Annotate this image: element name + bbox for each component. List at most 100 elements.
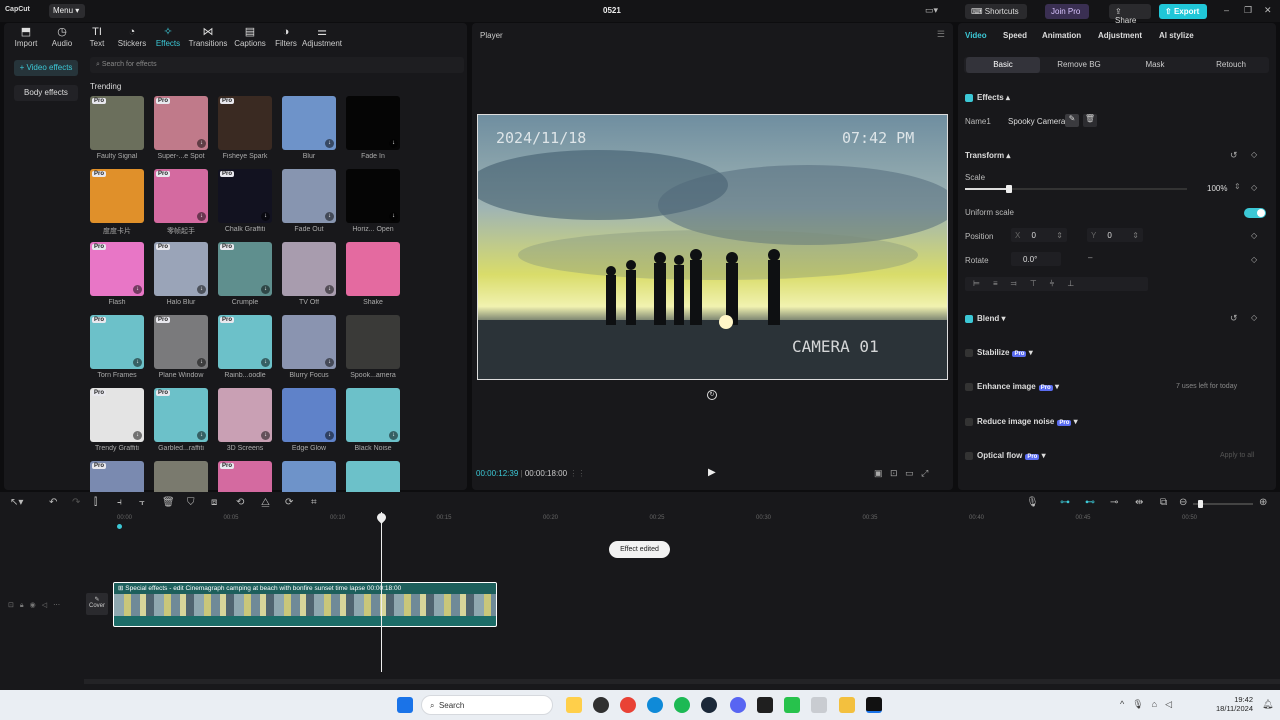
- effect-item[interactable]: Pro ↓ Flash: [90, 242, 144, 312]
- delete-effect-icon[interactable]: 🗑: [1083, 114, 1097, 127]
- toolbar-audio[interactable]: ◷ Audio: [42, 26, 82, 48]
- tab-speed[interactable]: Speed: [1003, 31, 1027, 40]
- optical-flow-checkbox[interactable]: [965, 451, 973, 460]
- timeline-scrollbar[interactable]: [84, 679, 1280, 684]
- stabilize-section[interactable]: Stabilize Pro ▾: [965, 348, 1033, 357]
- volume-icon[interactable]: ◁: [1165, 699, 1180, 709]
- rotate-field[interactable]: 0.0°: [1011, 252, 1061, 266]
- subtab-mask[interactable]: Mask: [1118, 57, 1192, 73]
- effect-item[interactable]: Pro ↓ Rainb...oodle: [218, 315, 272, 385]
- toolbar-filters[interactable]: ◑ Filters: [266, 26, 306, 48]
- noise-checkbox[interactable]: [965, 417, 973, 426]
- layout-icon[interactable]: ▭▾: [925, 5, 938, 16]
- link-main-track-icon[interactable]: ⊶: [1060, 497, 1070, 508]
- microphone-icon[interactable]: 🎙: [1026, 497, 1039, 508]
- toolbar-text[interactable]: TI Text: [77, 26, 117, 48]
- playhead-handle[interactable]: [375, 511, 388, 524]
- split-left-icon[interactable]: ⫞: [117, 497, 122, 508]
- keyframe-rotate-icon[interactable]: ◇: [1251, 255, 1257, 264]
- download-icon[interactable]: ↓: [325, 431, 334, 440]
- link-icon[interactable]: ⊸: [1110, 497, 1118, 508]
- keyframe-transform-icon[interactable]: ◇: [1251, 150, 1257, 159]
- download-icon[interactable]: ↓: [261, 212, 270, 221]
- zoom-in-icon[interactable]: ⊕: [1259, 497, 1267, 508]
- visibility-icon[interactable]: ◉: [30, 602, 42, 609]
- download-icon[interactable]: ↓: [197, 358, 206, 367]
- minimize-icon[interactable]: –: [1224, 5, 1229, 15]
- effect-item[interactable]: Pro ↓ Trendy Graffiti: [90, 388, 144, 458]
- lock-icon[interactable]: 🔒︎: [20, 602, 30, 609]
- effect-item[interactable]: Pro: [90, 461, 144, 493]
- cover-button[interactable]: ✎ Cover: [86, 593, 108, 615]
- share-button[interactable]: ⇪ Share: [1109, 4, 1151, 25]
- effect-item[interactable]: ↓ Edge Glow: [282, 388, 336, 458]
- grid-icon[interactable]: ⋮⋮: [569, 469, 585, 478]
- effect-item[interactable]: Pro ↓ 零帧起手: [154, 169, 208, 239]
- subtab-basic[interactable]: Basic: [966, 57, 1040, 73]
- align-icon[interactable]: ⇹: [1135, 497, 1143, 508]
- effect-item[interactable]: Pro ↓ Halo Blur: [154, 242, 208, 312]
- y-stepper-icon[interactable]: ⇕: [1132, 231, 1139, 240]
- split-icon[interactable]: ⫿: [94, 497, 97, 508]
- align-left-icon[interactable]: ⊨: [973, 279, 993, 288]
- effect-item[interactable]: Pro ↓ Garbled...raffiti: [154, 388, 208, 458]
- scale-value[interactable]: 100%: [1207, 184, 1227, 193]
- effect-item[interactable]: Pro ↓ Crumple: [218, 242, 272, 312]
- taskbar-search[interactable]: ⌕ Search: [421, 695, 553, 715]
- effect-item[interactable]: [346, 461, 400, 493]
- audio-mute-icon[interactable]: ◁: [42, 602, 53, 609]
- clock[interactable]: 19:42 18/11/2024: [1213, 695, 1253, 713]
- maximize-icon[interactable]: ❐: [1244, 5, 1252, 16]
- effect-item[interactable]: Spook...amera: [346, 315, 400, 385]
- effect-item[interactable]: Pro ↓ Plane Window: [154, 315, 208, 385]
- menu-button[interactable]: Menu ▾: [49, 4, 85, 18]
- zoom-slider[interactable]: [1193, 500, 1253, 508]
- enhance-section[interactable]: Enhance image Pro ▾: [965, 382, 1059, 391]
- keyframe-position-icon[interactable]: ◇: [1251, 231, 1257, 240]
- video-effects-tab[interactable]: + Video effects: [14, 60, 78, 76]
- split-right-icon[interactable]: ⫟: [139, 497, 145, 508]
- download-icon[interactable]: ↓: [261, 285, 270, 294]
- download-icon[interactable]: ↓: [325, 285, 334, 294]
- tab-adjustment[interactable]: Adjustment: [1098, 31, 1142, 40]
- edge-icon[interactable]: [647, 697, 663, 713]
- effect-item[interactable]: ↓ Fade In: [346, 96, 400, 166]
- toolbar-captions[interactable]: ▤ Captions: [230, 26, 270, 48]
- keyframe-scale-icon[interactable]: ◇: [1251, 183, 1257, 192]
- download-icon[interactable]: ↓: [197, 431, 206, 440]
- download-icon[interactable]: ↓: [325, 358, 334, 367]
- download-icon[interactable]: ↓: [133, 285, 142, 294]
- download-icon[interactable]: ↓: [325, 212, 334, 221]
- align-top-icon[interactable]: ⊤: [1030, 279, 1050, 288]
- rotate-icon[interactable]: ⟳: [285, 497, 293, 508]
- search-input[interactable]: ⌕ Search for effects: [90, 57, 464, 73]
- more-icon[interactable]: ⋯: [53, 602, 66, 609]
- join-pro-button[interactable]: Join Pro: [1045, 4, 1089, 19]
- reverse-icon[interactable]: ⟲: [236, 497, 244, 508]
- effect-item[interactable]: [282, 461, 336, 493]
- terminal-icon[interactable]: [757, 697, 773, 713]
- effect-item[interactable]: ↓ Horiz... Open: [346, 169, 400, 239]
- download-icon[interactable]: ↓: [197, 285, 206, 294]
- uniform-scale-toggle[interactable]: [1244, 208, 1266, 218]
- crop-icon[interactable]: ⊡: [890, 468, 898, 478]
- body-effects-tab[interactable]: Body effects: [14, 85, 78, 101]
- close-icon[interactable]: ✕: [1264, 5, 1272, 16]
- download-icon[interactable]: ↓: [261, 358, 270, 367]
- reset-transform-icon[interactable]: ↺: [1230, 150, 1238, 161]
- app-warning-icon[interactable]: [566, 697, 582, 713]
- keyframe-blend-icon[interactable]: ◇: [1251, 313, 1257, 322]
- effect-item[interactable]: ↓ Fade Out: [282, 169, 336, 239]
- edit-effect-icon[interactable]: ✎: [1065, 114, 1079, 127]
- noise-section[interactable]: Reduce image noise Pro ▾: [965, 417, 1078, 426]
- quality-icon[interactable]: ▣: [874, 468, 883, 478]
- stabilize-checkbox[interactable]: [965, 348, 973, 357]
- align-center-icon[interactable]: ≡: [993, 279, 1011, 288]
- rotate-handle-icon[interactable]: ↻: [707, 390, 717, 400]
- app-obs-icon[interactable]: [593, 697, 609, 713]
- fullscreen-icon[interactable]: ⤢: [921, 468, 928, 478]
- player-menu-icon[interactable]: ☰: [937, 29, 945, 40]
- file-explorer-icon[interactable]: [839, 697, 855, 713]
- toolbar-stickers[interactable]: ◔ Stickers: [112, 26, 152, 48]
- download-icon[interactable]: ↓: [133, 431, 142, 440]
